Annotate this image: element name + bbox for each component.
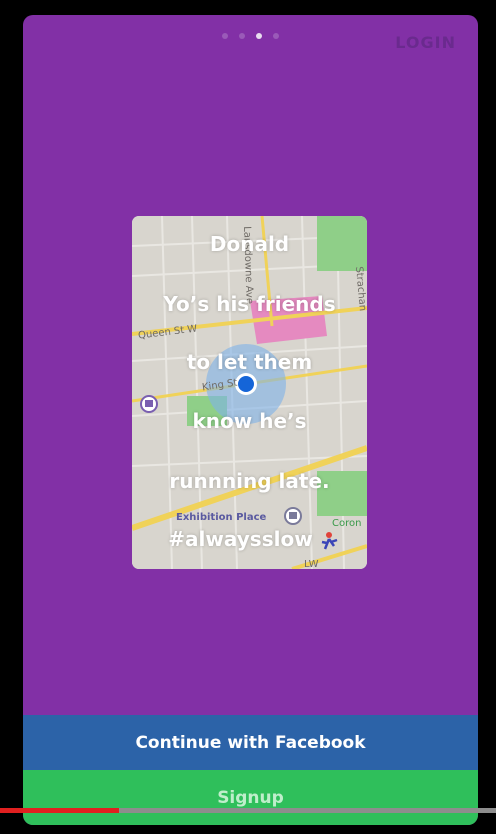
onboarding-card: Queen St W King St Lansdowne Ave Stracha… (132, 216, 367, 569)
map-label: Exhibition Place (176, 512, 267, 523)
page-dot[interactable] (239, 33, 245, 39)
login-button[interactable]: LOGIN (395, 33, 456, 52)
continue-with-facebook-button[interactable]: Continue with Facebook (23, 715, 478, 770)
page-dot[interactable] (273, 33, 279, 39)
message-line: to let them (186, 350, 313, 374)
page-dot-active[interactable] (256, 33, 262, 39)
signup-button[interactable]: Signup (23, 770, 478, 825)
map-label: LW (304, 559, 319, 569)
message-line: Yo’s his friends (163, 292, 336, 316)
message-line: #alwaysslow (168, 527, 313, 551)
message-line: runnning late. (169, 469, 330, 493)
video-progress-fill (0, 808, 120, 813)
message-line: know he’s (192, 409, 307, 433)
location-dot (238, 376, 254, 392)
page-dot[interactable] (222, 33, 228, 39)
video-progress-bar[interactable] (0, 808, 496, 813)
app-screen: LOGIN Queen St W King St Lansdowne Ave S… (23, 15, 478, 825)
message-line: Donald (209, 232, 290, 256)
